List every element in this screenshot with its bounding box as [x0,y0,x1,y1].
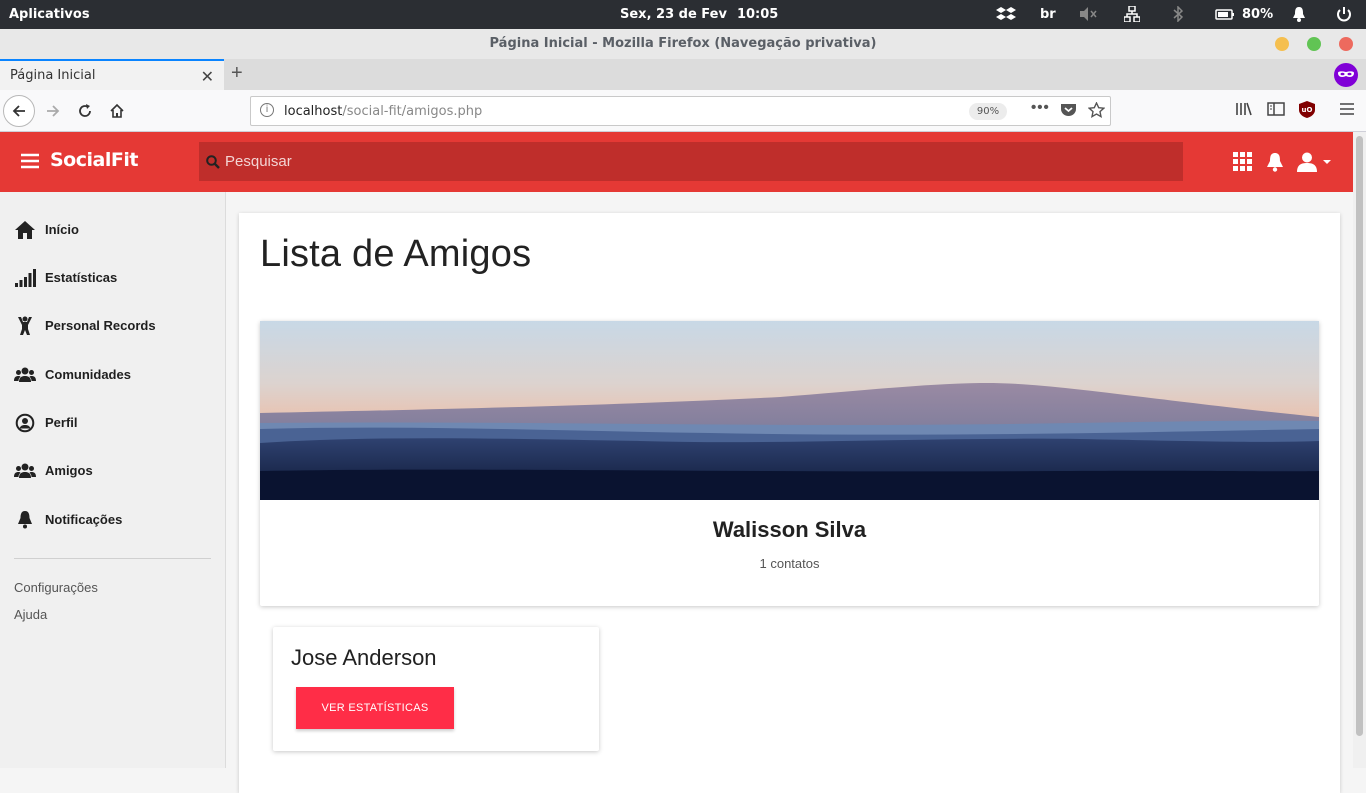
search-bar [199,142,1183,181]
clock-date: Sex, 23 de Fev [620,7,727,22]
sidebar-item-comunidades[interactable]: Comunidades [0,360,226,390]
sidebar: Início Estatísticas Personal Records Com… [0,192,226,768]
url-host: localhost [284,104,343,119]
hamburger-menu-icon[interactable] [1339,101,1355,122]
reload-icon [79,104,91,117]
signal-bars-icon [15,269,36,287]
navigation-toolbar: i localhost/social-fit/amigos.php 90% ••… [0,90,1366,132]
page-scrollbar[interactable] [1353,132,1366,768]
search-input[interactable] [225,142,1165,181]
profile-card: Walisson Silva 1 contatos [260,321,1319,606]
sidebar-link-configuracoes[interactable]: Configurações [14,580,98,595]
home-button[interactable] [101,95,133,127]
view-statistics-button[interactable]: VER ESTATÍSTICAS [296,687,454,729]
clock[interactable]: Sex, 23 de Fev 10:05 [620,7,788,22]
forward-arrow-icon [47,105,60,117]
ublock-origin-icon[interactable]: uO [1299,101,1315,123]
sidebar-toggle-icon[interactable] [1267,101,1285,122]
url-text[interactable]: localhost/social-fit/amigos.php [284,104,482,119]
sidebar-item-estatisticas[interactable]: Estatísticas [0,263,226,293]
back-arrow-icon [12,105,25,117]
bluetooth-icon[interactable] [1173,6,1183,24]
sidebar-item-label: Perfil [45,415,78,430]
search-icon [206,155,220,169]
maximize-button[interactable] [1307,37,1321,51]
menu-toggle-icon[interactable] [21,153,39,174]
weightlifter-icon [18,316,32,335]
site-info-icon[interactable]: i [260,103,274,117]
sidebar-item-personal-records[interactable]: Personal Records [0,311,226,341]
app-header: SocialFit [0,132,1353,192]
close-tab-icon[interactable]: ✕ [201,67,214,87]
apps-grid-icon[interactable] [1233,152,1253,177]
sidebar-divider [14,558,211,559]
home-icon [15,221,35,239]
sidebar-item-label: Personal Records [45,318,156,333]
new-tab-icon[interactable]: + [231,62,243,85]
users-icon [14,367,36,382]
scrollbar-thumb[interactable] [1356,136,1363,736]
zoom-level-badge[interactable]: 90% [969,103,1007,120]
profile-contacts-count: 1 contatos [759,556,820,571]
window-title: Página Inicial - Mozilla Firefox (Navega… [489,36,877,51]
friend-card: Jose Anderson VER ESTATÍSTICAS [273,627,599,751]
clock-time: 10:05 [736,7,779,22]
pocket-icon[interactable] [1060,102,1077,122]
url-bar[interactable]: i localhost/social-fit/amigos.php 90% ••… [250,96,1111,126]
sidebar-item-inicio[interactable]: Início [0,215,226,245]
bell-icon [18,511,32,529]
window-title-bar: Página Inicial - Mozilla Firefox (Navega… [0,29,1366,59]
profile-banner-image [260,321,1319,500]
sidebar-item-label: Início [45,222,79,237]
users-icon [14,463,36,478]
notifications-icon[interactable] [1266,152,1284,177]
sidebar-item-label: Notificações [45,512,123,527]
keyboard-layout-indicator[interactable]: br [1040,7,1056,25]
dropbox-icon[interactable] [996,6,1016,24]
forward-button[interactable] [37,95,69,127]
battery-percentage: 80% [1242,7,1274,22]
svg-text:uO: uO [1302,106,1313,114]
sidebar-link-ajuda[interactable]: Ajuda [14,607,47,622]
bookmark-star-icon[interactable] [1087,101,1106,122]
main-content-card: Lista de Amigos Walisson Silva 1 contato… [239,213,1340,793]
private-browsing-icon [1334,63,1358,87]
reload-button[interactable] [69,95,101,127]
profile-name: Walisson Silva [712,517,867,542]
os-top-bar: Aplicativos Sex, 23 de Fev 10:05 br 80% [0,0,1366,29]
sidebar-item-label: Estatísticas [45,270,118,285]
user-circle-icon [15,413,35,433]
sidebar-item-amigos[interactable]: Amigos [0,456,226,486]
page-actions-icon[interactable]: ••• [1031,99,1050,116]
friend-name: Jose Anderson [291,645,437,670]
close-window-button[interactable] [1339,37,1353,51]
applications-menu[interactable]: Aplicativos [9,7,90,22]
minimize-button[interactable] [1275,37,1289,51]
user-account-icon[interactable] [1297,152,1333,177]
notifications-bell-icon[interactable] [1292,6,1306,24]
power-icon[interactable] [1336,6,1352,24]
tab-pagina-inicial[interactable]: Página Inicial ✕ [0,59,224,90]
home-icon [110,103,124,118]
sidebar-item-notificacoes[interactable]: Notificações [0,505,226,535]
sidebar-item-label: Amigos [45,463,93,478]
network-icon[interactable] [1124,6,1140,24]
library-icon[interactable] [1235,101,1253,122]
page-title: Lista de Amigos [260,233,532,275]
tab-label: Página Inicial [10,68,96,83]
battery-icon[interactable] [1215,6,1235,24]
sidebar-item-perfil[interactable]: Perfil [0,408,226,438]
url-path: /social-fit/amigos.php [342,104,483,119]
volume-muted-icon[interactable] [1079,6,1097,24]
socialfit-logo[interactable]: SocialFit [50,149,138,171]
sidebar-item-label: Comunidades [45,367,131,382]
back-button[interactable] [3,95,35,127]
tab-strip: Página Inicial ✕ + [0,59,1366,90]
